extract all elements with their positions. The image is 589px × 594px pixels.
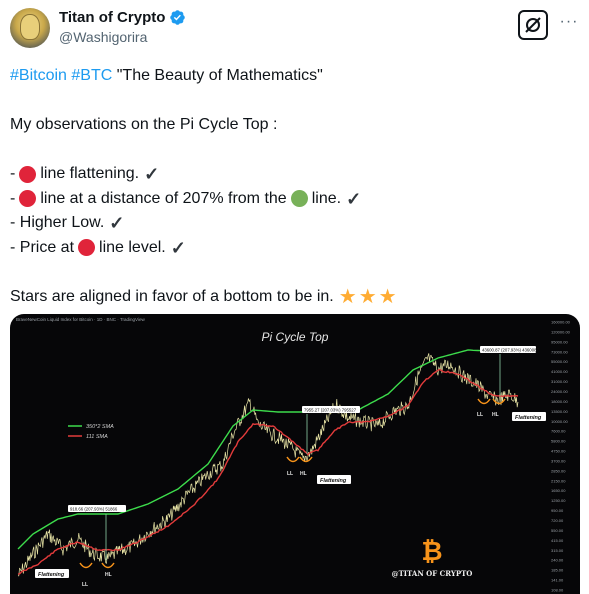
red-circle-icon <box>19 165 37 183</box>
verified-badge-icon <box>170 10 186 25</box>
y-tick-label: 13500.00 <box>551 409 568 414</box>
bullet-prefix: - <box>10 189 16 207</box>
red-circle-icon <box>19 190 37 208</box>
more-options-button[interactable]: ··· <box>559 14 579 34</box>
pi-cycle-chart-image: BraveNewCoin Liquid Index for Bitcoin · … <box>16 317 571 593</box>
y-tick-label: 120000.00 <box>551 329 571 334</box>
tweet-line-title: #Bitcoin #BTC "The Beauty of Mathematics… <box>10 64 580 89</box>
price-line <box>17 353 519 577</box>
chart-legend: 350*2 SMA 111 SMA <box>68 424 114 440</box>
bitcoin-logo-icon: ₿ <box>421 537 442 567</box>
y-tick-label: 720.00 <box>551 518 564 523</box>
y-tick-label: 7600.00 <box>551 429 566 434</box>
grok-icon <box>525 17 541 33</box>
y-tick-label: 950.00 <box>551 508 564 513</box>
watermark-text: @TITAN OF CRYPTO <box>392 569 473 578</box>
bullet-2: - line at a distance of 207% from the li… <box>10 187 580 212</box>
y-tick-label: 141.00 <box>551 578 564 583</box>
bullet-1-text: line flattening. <box>40 165 140 182</box>
ll-label-2: LL <box>287 471 293 477</box>
chart-title: Pi Cycle Top <box>262 330 329 344</box>
closing-text: Stars are aligned in favor of a bottom t… <box>10 287 334 305</box>
flattening-label-1: Flattening <box>38 572 65 578</box>
sma-111-line <box>17 368 519 575</box>
bullet-2-text: line at a distance of 207% from the <box>40 189 287 207</box>
y-tick-label: 31000.00 <box>551 379 568 384</box>
bullet-4-end: line level. <box>99 238 166 256</box>
chart-source-text: BraveNewCoin Liquid Index for Bitcoin · … <box>16 317 145 322</box>
y-tick-label: 108.00 <box>551 588 564 593</box>
y-tick-label: 1650.00 <box>551 488 566 493</box>
y-tick-label: 18000.00 <box>551 399 568 404</box>
y-tick-label: 95000.00 <box>551 339 568 344</box>
y-tick-label: 550.00 <box>551 528 564 533</box>
sma-350x2-line <box>17 349 519 550</box>
tweet-header: Titan of Crypto @Washigorira ··· <box>10 8 580 50</box>
hl-label-2: HL <box>300 471 307 477</box>
ll-label-3: LL <box>477 412 483 418</box>
bullet-3-text: - Higher Low. <box>10 214 105 231</box>
legend-sma-111: 111 SMA <box>86 434 108 440</box>
check-mark-icon: ✓ <box>346 188 362 209</box>
hashtag-btc[interactable]: #BTC <box>71 64 112 89</box>
y-tick-label: 10000.00 <box>551 419 568 424</box>
y-tick-label: 4750.00 <box>551 449 566 454</box>
cycle-annotation-1: 918.66 (207.93%) 51866 Flattening LL HL <box>35 505 126 588</box>
y-tick-label: 3700.00 <box>551 458 566 463</box>
green-circle-icon <box>290 190 308 208</box>
y-tick-label: 185.00 <box>551 568 564 573</box>
distance-label-1: 918.66 (207.93%) 51866 <box>70 507 118 512</box>
grok-button[interactable] <box>518 10 548 40</box>
star-icon: ★ <box>378 285 397 308</box>
tweet-closing: Stars are aligned in favor of a bottom t… <box>10 285 580 310</box>
legend-sma-350x2: 350*2 SMA <box>86 424 114 430</box>
check-mark-icon: ✓ <box>144 164 160 184</box>
red-circle-icon <box>78 239 96 257</box>
watermark: ₿ @TITAN OF CRYPTO <box>392 537 473 578</box>
y-tick-label: 1250.00 <box>551 498 566 503</box>
bullet-4-text: - Price at <box>10 238 75 256</box>
avatar[interactable] <box>10 8 50 48</box>
author-name-row[interactable]: Titan of Crypto <box>59 9 186 26</box>
y-tick-label: 315.00 <box>551 548 564 553</box>
tweet-observations-heading: My observations on the Pi Cycle Top : <box>10 116 278 133</box>
tweet-text: #Bitcoin #BTC "The Beauty of Mathematics… <box>10 64 580 309</box>
bullet-4: - Price at line level. ✓ <box>10 236 580 261</box>
y-tick-label: 73000.00 <box>551 349 568 354</box>
cycle-annotation-3: 43600.87 (207.93%) 4360087 LL HL Flatten… <box>477 346 546 421</box>
star-icon: ★ <box>358 285 377 308</box>
y-tick-label: 160000.00 <box>551 320 571 325</box>
y-tick-label: 2850.00 <box>551 468 566 473</box>
check-mark-icon: ✓ <box>109 213 125 233</box>
tweet-media-chart[interactable]: BraveNewCoin Liquid Index for Bitcoin · … <box>10 314 580 594</box>
bullet-1: - line flattening. ✓ <box>10 162 580 187</box>
y-axis-labels: 160000.00 120000.00 95000.00 73000.00 55000.… <box>551 320 571 593</box>
distance-label-2: 7955.27 (207.03%) 795527 <box>304 408 357 413</box>
bullet-prefix: - <box>10 165 16 182</box>
y-tick-label: 2150.00 <box>551 478 566 483</box>
bullet-3: - Higher Low. ✓ <box>10 211 580 236</box>
y-tick-label: 24000.00 <box>551 389 568 394</box>
hashtag-bitcoin[interactable]: #Bitcoin <box>10 64 67 89</box>
y-tick-label: 55000.00 <box>551 359 568 364</box>
y-tick-label: 240.00 <box>551 558 564 563</box>
check-mark-icon: ✓ <box>170 237 186 258</box>
star-emojis: ★ ★ ★ <box>339 287 397 307</box>
bullet-2-end: line. <box>311 189 342 207</box>
ll-label-1: LL <box>82 582 88 588</box>
tweet-title-text: "The Beauty of Mathematics" <box>116 67 323 84</box>
author-handle[interactable]: @Washigorira <box>59 29 147 45</box>
hl-label-3: HL <box>492 412 499 418</box>
y-tick-label: 41000.00 <box>551 369 568 374</box>
distance-label-3: 43600.87 (207.93%) 4360087 <box>482 348 539 353</box>
hl-label-1: HL <box>105 572 112 578</box>
y-tick-label: 415.00 <box>551 538 564 543</box>
y-tick-label: 5800.00 <box>551 439 566 444</box>
star-icon: ★ <box>338 285 357 308</box>
flattening-label-3: Flattening <box>515 415 542 421</box>
flattening-label-2: Flattening <box>320 478 347 484</box>
author-name[interactable]: Titan of Crypto <box>59 9 165 26</box>
